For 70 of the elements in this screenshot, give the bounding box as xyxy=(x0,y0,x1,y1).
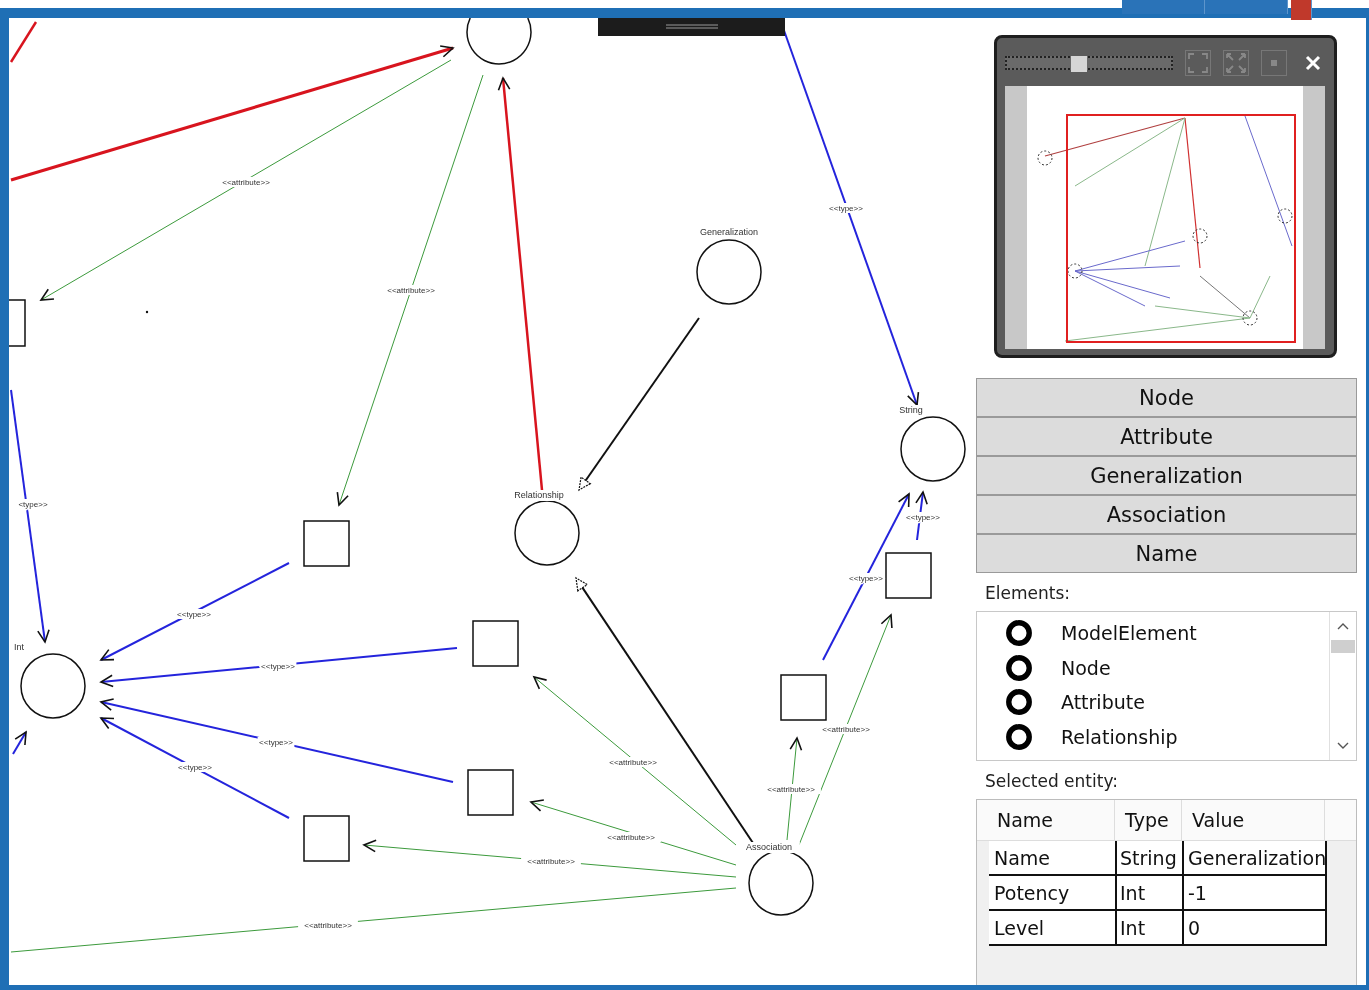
node-label: String xyxy=(899,405,923,415)
table-cell: Level xyxy=(989,911,1117,944)
edge-label: <<type>> xyxy=(259,738,293,747)
node-label: Int xyxy=(14,642,24,652)
list-item[interactable]: Node xyxy=(1061,656,1111,679)
palette-button[interactable]: Name xyxy=(976,534,1357,573)
node-circle[interactable] xyxy=(748,850,814,916)
scroll-down-icon[interactable] xyxy=(1337,742,1349,750)
table-cell: Generalization xyxy=(1184,841,1327,874)
grip-icon xyxy=(665,24,718,30)
ring-icon xyxy=(1005,653,1033,682)
node-square[interactable] xyxy=(885,552,932,599)
edge-label: <<attribute>> xyxy=(607,833,655,842)
edge-label: <type>> xyxy=(18,500,48,509)
node-square[interactable] xyxy=(472,620,519,667)
table-cell: Potency xyxy=(989,876,1117,909)
edge-label: <<attribute>> xyxy=(387,286,435,295)
edge-label: <<type>> xyxy=(849,574,883,583)
node-square[interactable] xyxy=(303,815,350,862)
ring-icon xyxy=(1005,619,1033,648)
section-label: Elements: xyxy=(984,582,1071,605)
edge-label: <<type>> xyxy=(178,763,212,772)
edge-label: <<type>> xyxy=(829,204,863,213)
palette-button[interactable]: Association xyxy=(976,495,1357,534)
table-cell: String xyxy=(1117,841,1184,874)
ring-icon xyxy=(1005,722,1033,751)
node-square[interactable] xyxy=(780,674,827,721)
node-circle[interactable] xyxy=(20,653,86,719)
close-icon[interactable] xyxy=(1303,53,1323,73)
table-cell: Int xyxy=(1117,911,1184,944)
dot-mark xyxy=(145,310,149,314)
palette-button[interactable]: Node xyxy=(976,378,1357,417)
table-cell: Name xyxy=(989,841,1117,874)
edge-label: <<attribute>> xyxy=(304,921,352,930)
column-header[interactable]: Name xyxy=(987,800,1115,840)
table-cell: -1 xyxy=(1184,876,1327,909)
scroll-thumb[interactable] xyxy=(1331,640,1355,653)
scrollbar[interactable] xyxy=(1329,612,1356,760)
node-square[interactable] xyxy=(303,520,350,567)
table-cell: Int xyxy=(1117,876,1184,909)
list-item[interactable]: Relationship xyxy=(1061,725,1178,748)
node-circle[interactable] xyxy=(514,500,580,566)
edge-label: <<type>> xyxy=(261,662,295,671)
node-circle[interactable] xyxy=(696,239,762,305)
slider-thumb[interactable] xyxy=(1071,56,1088,72)
node-label: Relationship xyxy=(514,490,564,500)
edge-label: <<attribute>> xyxy=(822,725,870,734)
table-cell: 0 xyxy=(1184,911,1327,944)
node-circle[interactable] xyxy=(900,416,966,482)
edge-label: <<type>> xyxy=(177,610,211,619)
scroll-up-icon[interactable] xyxy=(1337,622,1349,630)
edge-label: <<attribute>> xyxy=(222,178,270,187)
edge-label: <<attribute>> xyxy=(527,857,575,866)
edge-label: <<attribute>> xyxy=(609,758,657,767)
section-label: Selected entity: xyxy=(984,770,1119,793)
palette-button[interactable]: Attribute xyxy=(976,417,1357,456)
node-label: Generalization xyxy=(700,227,758,237)
minimap-drawing[interactable] xyxy=(1005,86,1325,349)
node-square[interactable] xyxy=(467,769,514,816)
ring-icon xyxy=(1005,688,1033,717)
drag-handle[interactable] xyxy=(598,18,785,36)
zoom-slider[interactable] xyxy=(1005,56,1173,70)
list-item[interactable]: Attribute xyxy=(1061,691,1145,714)
column-header[interactable]: Type xyxy=(1115,800,1182,840)
palette-button[interactable]: Generalization xyxy=(976,456,1357,495)
column-header[interactable]: Value xyxy=(1182,800,1325,840)
node-label: Association xyxy=(746,842,792,852)
edge-label: <<type>> xyxy=(906,513,940,522)
edge-label: <<attribute>> xyxy=(767,785,815,794)
list-item[interactable]: ModelElement xyxy=(1061,622,1197,645)
